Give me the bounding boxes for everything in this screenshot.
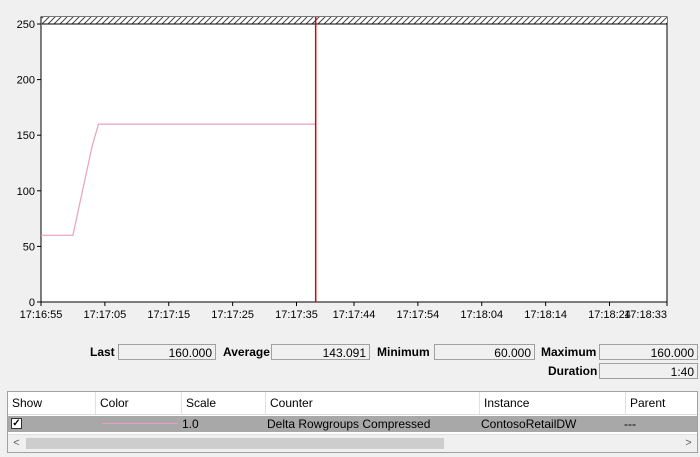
y-tick-label: 250 [17,19,35,31]
overflow-hatch-band [42,17,667,24]
horizontal-scrollbar[interactable]: < > [8,434,697,452]
x-tick-label: 17:17:25 [211,309,254,321]
scroll-right-arrow-icon[interactable]: > [680,435,697,452]
x-tick-label: 17:18:04 [460,309,503,321]
y-tick-label: 0 [29,297,35,309]
x-tick-label: 17:17:05 [83,309,126,321]
show-checkbox[interactable]: ✓ [11,418,22,429]
y-tick-label: 100 [17,186,35,198]
duration-value: 1:40 [599,363,698,379]
performance-chart: 0 50 100 150 200 250 17:16:55 17:17:05 17:17:15… [17,16,668,321]
x-tick-label: 17:17:15 [147,309,190,321]
last-value: 160.000 [118,344,216,360]
y-tick-label: 50 [23,241,35,253]
legend-row[interactable]: ✓ 1.0 Delta Rowgroups Compressed Contoso… [8,416,697,432]
plot-area [40,16,668,303]
maximum-value: 160.000 [599,344,698,360]
x-tick-label: 17:18:14 [524,309,567,321]
maximum-label: Maximum [541,345,597,359]
x-axis: 17:16:55 17:17:05 17:17:15 17:17:25 17:17:35… [20,302,668,321]
x-tick-label: 17:16:55 [20,309,63,321]
scroll-left-arrow-icon[interactable]: < [8,435,25,452]
counter-legend-list[interactable]: Show Color Scale Counter Instance Parent… [7,391,698,453]
y-axis: 0 50 100 150 200 250 [17,19,41,309]
average-label: Average [223,345,270,359]
instance-cell: ContosoRetailDW [481,417,577,431]
color-swatch [102,423,178,424]
average-value: 143.091 [271,344,370,360]
minimum-label: Minimum [377,345,430,359]
column-header-parent[interactable]: Parent [626,392,697,414]
column-header-instance[interactable]: Instance [480,392,626,414]
x-tick-label: 17:17:35 [275,309,318,321]
duration-label: Duration [548,364,598,378]
y-tick-label: 200 [17,75,35,87]
column-header-counter[interactable]: Counter [266,392,480,414]
last-label: Last [90,345,115,359]
counter-cell: Delta Rowgroups Compressed [267,417,431,431]
minimum-value: 60.000 [434,344,535,360]
x-tick-label: 17:17:44 [333,309,376,321]
column-header-color[interactable]: Color [96,392,182,414]
scroll-thumb[interactable] [26,438,444,449]
legend-header: Show Color Scale Counter Instance Parent [8,392,697,415]
parent-cell: --- [624,417,636,431]
column-header-show[interactable]: Show [8,392,96,414]
scale-cell: 1.0 [182,417,199,431]
column-header-scale[interactable]: Scale [182,392,266,414]
x-tick-label: 17:17:54 [396,309,439,321]
x-tick-label: 17:18:33 [624,309,667,321]
y-tick-label: 150 [17,130,35,142]
